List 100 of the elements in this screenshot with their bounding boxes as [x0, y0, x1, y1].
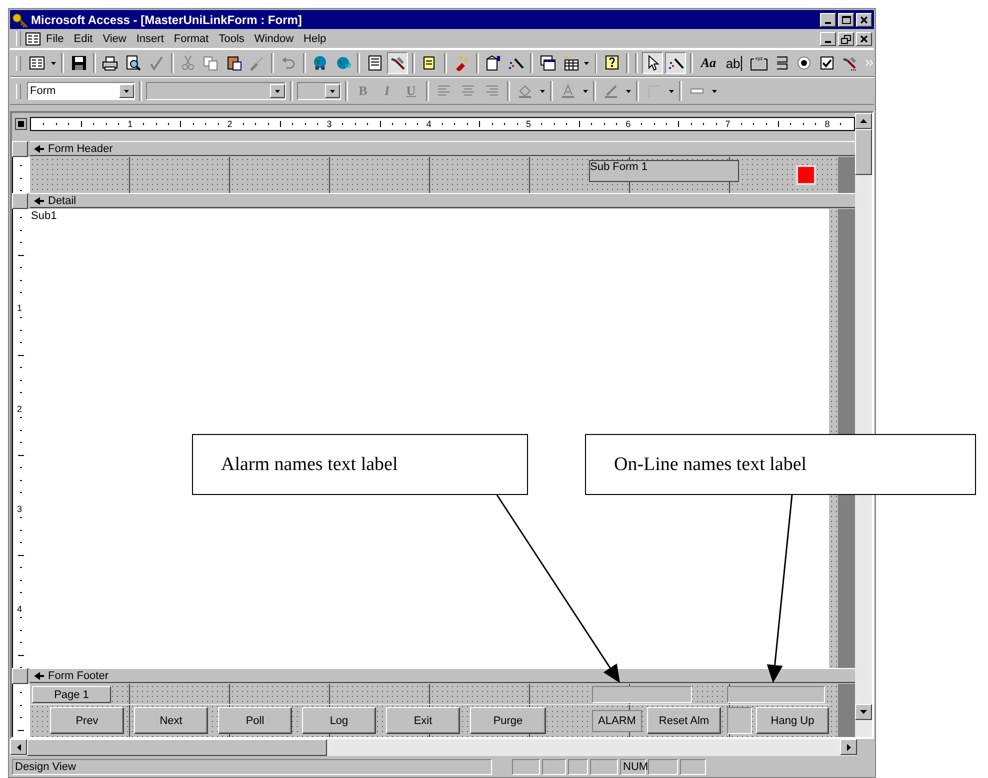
ruler-number: 7 [725, 118, 730, 130]
status-panel [568, 759, 588, 775]
form-button[interactable]: Purge [470, 707, 546, 734]
close-icon[interactable] [859, 34, 869, 44]
ruler-number: 3 [326, 118, 332, 130]
menu-item[interactable]: Tools [214, 32, 250, 44]
caret-icon[interactable] [668, 90, 674, 92]
scroll-down-icon[interactable] [860, 710, 867, 714]
section-bar[interactable]: Detail [30, 193, 855, 208]
section-arrow-icon [34, 144, 44, 152]
caret-icon[interactable] [275, 90, 280, 92]
properties-icon[interactable] [366, 55, 383, 71]
section-bar[interactable]: Form Footer [30, 668, 855, 683]
caret-icon[interactable] [626, 90, 630, 92]
section-title: Detail [48, 194, 76, 206]
form-button[interactable]: Reset Alm [647, 707, 721, 734]
form-button[interactable]: Hang Up [756, 707, 829, 734]
empty-control [727, 707, 752, 734]
section-arrow-icon [34, 672, 44, 680]
save-icon[interactable] [70, 55, 87, 71]
line-color-icon[interactable] [603, 83, 619, 99]
status-panel [590, 759, 618, 775]
window-title: Microsoft Access - [MasterUniLinkForm : Form] [31, 12, 303, 26]
callout-label: On-Line names text label [585, 434, 976, 495]
ruler-number: 4 [17, 604, 22, 614]
section-title: Form Footer [48, 670, 109, 682]
scroll-left-icon[interactable] [16, 744, 20, 750]
scroll-thumb[interactable] [855, 129, 872, 175]
menu-item[interactable]: File [41, 32, 69, 44]
ruler-number: 2 [227, 118, 232, 130]
status-panel [680, 759, 706, 775]
caret-icon[interactable] [582, 90, 588, 92]
form-button[interactable]: Poll [218, 707, 292, 734]
menu-item[interactable]: Help [298, 32, 332, 44]
menu-item[interactable]: Insert [131, 32, 169, 44]
ruler-number: 1 [17, 303, 22, 314]
scroll-right-icon[interactable] [846, 744, 850, 750]
maximize-icon[interactable] [841, 14, 851, 24]
clipboard-icon[interactable] [226, 55, 242, 71]
print-preview-icon[interactable] [125, 55, 142, 71]
printer-icon[interactable] [102, 55, 118, 71]
checkbox-icon[interactable] [819, 55, 836, 71]
scroll-up-icon[interactable] [860, 119, 867, 123]
help-icon[interactable] [604, 55, 620, 71]
scroll-thumb[interactable] [27, 739, 327, 756]
ruler-number: 6 [626, 118, 631, 130]
form-button[interactable]: Next [134, 707, 208, 734]
section-selector[interactable] [12, 141, 28, 157]
form-label: Page 1 [32, 686, 111, 703]
combo-box[interactable] [297, 82, 341, 100]
status-panel [542, 759, 566, 775]
caret-icon[interactable] [124, 90, 129, 92]
caret-icon[interactable] [584, 62, 590, 64]
form-icon[interactable] [25, 30, 41, 46]
restore-icon[interactable] [841, 34, 851, 44]
form-selector[interactable] [15, 118, 27, 130]
caret-icon[interactable] [540, 90, 544, 92]
status-text: Design View [12, 759, 492, 775]
section-bar[interactable]: Form Header [30, 141, 855, 156]
menu-item[interactable]: Format [168, 32, 214, 44]
view-icon[interactable] [29, 55, 46, 71]
hammer-icon[interactable] [390, 55, 406, 71]
table-icon[interactable] [562, 55, 579, 71]
document-icon[interactable] [421, 55, 438, 71]
status-panel [648, 759, 678, 775]
status-indicator: NUM [620, 759, 646, 775]
key-icon [12, 12, 28, 28]
menu-item[interactable]: Edit [68, 32, 98, 44]
option-button-icon[interactable] [796, 55, 812, 71]
section-title: Form Header [48, 142, 113, 154]
section-selector[interactable] [12, 193, 28, 209]
caret-icon[interactable] [330, 90, 335, 92]
fill-color-icon[interactable] [517, 83, 533, 99]
globe-icon[interactable] [334, 55, 351, 71]
tools-icon[interactable] [842, 55, 858, 71]
form-button[interactable]: Log [302, 707, 376, 734]
form-label: ALARM [592, 710, 642, 732]
properties-icon[interactable] [485, 55, 502, 71]
menu-item[interactable]: View [98, 32, 132, 44]
caret-icon[interactable] [712, 90, 716, 92]
globe-icon[interactable] [312, 55, 328, 71]
window-icon[interactable] [540, 55, 556, 71]
copy-icon[interactable] [202, 55, 219, 71]
label-tool[interactable]: Aa [697, 55, 720, 71]
form-button[interactable]: Prev [50, 707, 124, 734]
text-box[interactable] [727, 686, 825, 703]
font-color-icon[interactable] [560, 83, 576, 99]
section-arrow-icon [34, 196, 44, 204]
vertical-ruler [12, 684, 30, 737]
status-panel [512, 759, 540, 775]
ruler-number: 1 [128, 118, 133, 130]
ruler-number: 2 [17, 404, 22, 414]
form-button[interactable]: Exit [386, 707, 460, 734]
section-selector[interactable] [12, 668, 28, 684]
menu-item[interactable]: Window [249, 32, 299, 44]
close-icon[interactable] [859, 14, 869, 24]
object-combo[interactable]: Form [27, 82, 135, 100]
caret-icon[interactable] [50, 62, 56, 64]
text-box[interactable] [592, 686, 692, 703]
text-box-tool[interactable]: ab [726, 56, 742, 70]
